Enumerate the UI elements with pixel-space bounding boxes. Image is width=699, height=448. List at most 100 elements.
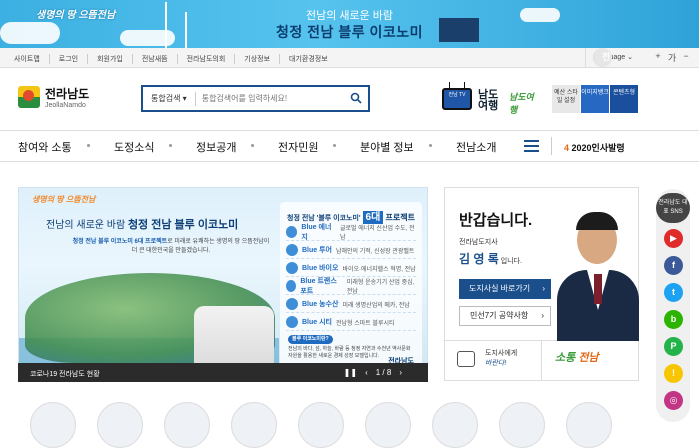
nav-field-info[interactable]: 분야별 정보 (360, 139, 432, 155)
quick-menu-row (30, 402, 633, 448)
quick-menu-item[interactable] (164, 402, 210, 448)
quick-menu-item[interactable] (298, 402, 344, 448)
project-desc: 바이오·에너지헬스 혁명, 전남 (342, 266, 416, 273)
zoom-out-button[interactable]: − (679, 51, 693, 64)
menu-icon[interactable] (524, 140, 539, 152)
quick-link-style[interactable]: 예산 스타일 설정 (552, 85, 580, 113)
tv-icon: 전남 TV (442, 88, 472, 110)
youtube-icon[interactable]: ▶ (664, 229, 683, 248)
blog-icon[interactable]: b (664, 310, 683, 329)
governor-role: 전라남도지사 (459, 239, 498, 246)
main-nav: 참여와 소통 도정소식 정보공개 전자민원 분야별 정보 전남소개 4 2020… (0, 131, 699, 162)
link-council[interactable]: 전라남도의회 (178, 54, 236, 64)
project-name: Blue 투어 (302, 247, 332, 254)
travel-label-2: 여행 (478, 100, 499, 112)
nav-label: 정보공개 (196, 142, 237, 154)
prev-icon[interactable]: ‹ (365, 368, 368, 377)
governor-name-suffix: 입니다. (498, 258, 523, 265)
pledges-button[interactable]: 민선7기 공약사항 › (459, 306, 551, 326)
letter-to-governor-link[interactable]: 도지사에게바란다! (445, 341, 542, 381)
link-weather[interactable]: 기상정보 (235, 54, 281, 64)
project-name: Blue 농수산 (302, 301, 339, 308)
quick-menu-item[interactable] (30, 402, 76, 448)
link-sitemap[interactable]: 사이트맵 (14, 54, 50, 64)
sns-sidebar-title: 전라남도 대표 SNS (656, 193, 690, 223)
letter-label: 도지사에게 (485, 350, 518, 357)
main-visual-slide[interactable]: 생명의 땅 으뜸전남 전남의 새로운 바람 청정 전남 블루 이코노미 청정 전… (18, 187, 428, 381)
nav-e-civil[interactable]: 전자민원 (278, 139, 337, 155)
nav-about-jeonnam[interactable]: 전남소개 (456, 139, 496, 155)
kakaostory-icon[interactable]: ! (664, 364, 683, 383)
quick-menu-item[interactable] (365, 402, 411, 448)
slide-caption[interactable]: 코로나19 전라남도 현황 (30, 369, 100, 379)
zoom-in-button[interactable]: + (651, 51, 665, 64)
post-icon[interactable]: P (664, 337, 683, 356)
slide-description: 청정 전남 블루 이코노미 6대 프로젝트로 미래로 유쾌하는 생명의 땅 으뜸… (71, 238, 271, 256)
link-news[interactable]: 전남새뜸 (133, 54, 178, 64)
nav-participation[interactable]: 참여와 소통 (18, 139, 90, 155)
nav-info-disclosure[interactable]: 정보공개 (196, 139, 255, 155)
governor-name-text: 김 영 록 (459, 252, 499, 266)
ticker-text: 2020인사발령 (569, 143, 625, 153)
bio-icon (286, 262, 298, 274)
brand-logo[interactable]: 전라남도 JeollaNamdo (18, 85, 89, 109)
link-login[interactable]: 로그인 (50, 54, 89, 64)
twitter-icon[interactable]: t (664, 283, 683, 302)
quick-link-image-bank[interactable]: 이미지뱅크 (581, 85, 609, 113)
quick-menu-item[interactable] (566, 402, 612, 448)
quick-menu-item[interactable] (499, 402, 545, 448)
photo-tie (594, 274, 602, 304)
brand-name: 전라남도 (45, 87, 90, 101)
project-item: Blue 바이오 바이오·에너지헬스 혁명, 전남 (286, 260, 416, 277)
search-scope-select[interactable]: 통합검색 ▾ (143, 91, 196, 106)
banner-title: 청정 전남 블루 이코노미 (276, 24, 423, 40)
sns-sidebar: 전라남도 대표 SNS ▶ f t b P! ◎ (656, 189, 690, 422)
sns-select[interactable]: 전남 SNS ⌄ (593, 48, 621, 119)
communication-jeonnam-link[interactable]: 소통 전남 (555, 349, 599, 365)
nav-label: 참여와 소통 (18, 142, 72, 154)
agriculture-icon (286, 298, 298, 310)
search-icon[interactable] (350, 92, 362, 104)
facebook-icon[interactable]: f (664, 256, 683, 275)
project-name: Blue 바이오 (302, 265, 339, 272)
project-desc: 남해안의 기적, 신성장 관광벨트 (336, 248, 415, 255)
project-desc: 전남형 스마트 블루시티 (336, 320, 395, 327)
nav-label: 분야별 정보 (360, 142, 414, 154)
photo-hair (576, 212, 618, 230)
projects-title: 청정 전남 '블루 이코노미' 6대 프로젝트 (280, 202, 422, 224)
search-input[interactable] (195, 94, 346, 103)
chevron-down-icon: ⌄ (627, 54, 633, 61)
city-icon (286, 316, 298, 328)
project-desc: 글로벌 에너지 신산업 수도, 전남 (339, 226, 415, 241)
divider-dot (333, 144, 337, 147)
top-banner[interactable]: 생명의 땅 으뜸전남 전남의 새로운 바람 청정 전남 블루 이코노미 (0, 0, 699, 48)
quick-menu-item[interactable] (432, 402, 478, 448)
quick-menu-item[interactable] (97, 402, 143, 448)
chevron-right-icon: › (542, 284, 545, 293)
next-icon[interactable]: › (399, 368, 402, 377)
news-ticker[interactable]: 4 2020인사발령 (564, 141, 625, 154)
nav-label: 도정소식 (114, 142, 155, 154)
quick-menu-item[interactable] (231, 402, 277, 448)
banner-subtitle: 전남의 새로운 바람 (305, 10, 394, 22)
quick-link-contents[interactable]: 콘텐츠형 (610, 85, 638, 113)
instagram-icon[interactable]: ◎ (664, 391, 683, 410)
link-signup[interactable]: 회원가입 (88, 54, 133, 64)
pause-icon[interactable]: ❚❚ (344, 368, 357, 377)
button-label: 민선7기 공약사항 (470, 311, 529, 320)
link-air-quality[interactable]: 대기환경정보 (280, 54, 337, 64)
project-item: Blue 트랜스포트 미래형 운송기기 산업 중심, 전남 (286, 278, 416, 295)
project-item: Blue 농수산 미래 생명산업의 메카, 전남 (286, 296, 416, 313)
governor-name: 김 영 록 입니다. (459, 250, 522, 267)
governor-photo (557, 204, 639, 341)
zoom-controls: + 가 − (651, 51, 693, 64)
family-photo (194, 306, 274, 364)
projects-title-pre: 청정 전남 '블루 이코노미' (287, 215, 361, 222)
nav-provincial-news[interactable]: 도정소식 (114, 139, 173, 155)
namdo-travel-link[interactable]: 남도 여행 (478, 90, 498, 112)
letter-sublabel: 바란다! (485, 360, 507, 367)
governor-office-button[interactable]: 도지사실 바로가기 › (459, 279, 551, 299)
jeonnam-tv-link[interactable]: 전남 TV (441, 82, 473, 112)
namdo-travel-logo[interactable]: 남도여행 (509, 90, 539, 115)
projects-panel: 청정 전남 '블루 이코노미' 6대 프로젝트 Blue 에너지 글로벌 에너지 … (280, 202, 422, 372)
